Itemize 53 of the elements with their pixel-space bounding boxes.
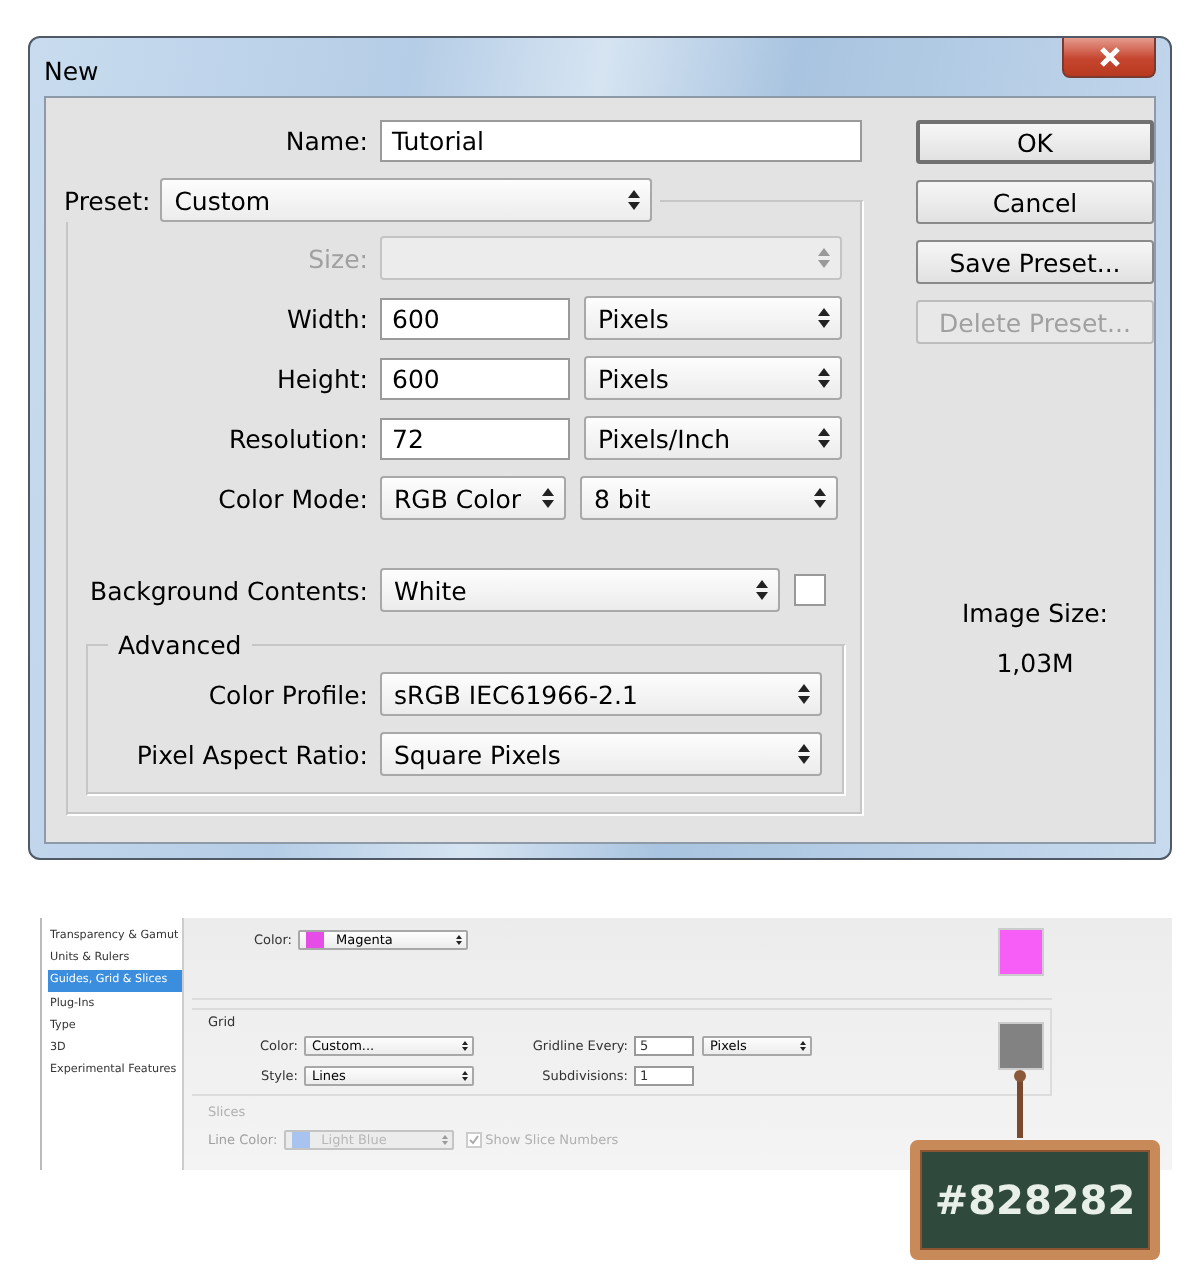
dropdown[interactable]: White: [380, 568, 780, 612]
updown-arrows-icon: [818, 428, 830, 448]
dropdown[interactable]: [380, 236, 842, 280]
updown-arrows-icon: [818, 248, 830, 268]
field-label: Background Contents:: [88, 575, 368, 605]
dialog-button[interactable]: Cancel: [916, 180, 1154, 224]
field-label: Pixel Aspect Ratio:: [134, 739, 368, 769]
field-label: Preset:: [64, 185, 151, 215]
updown-arrows-icon: [818, 308, 830, 328]
updown-arrows-icon: [462, 1040, 468, 1052]
dropdown[interactable]: 8 bit: [580, 476, 838, 520]
hanger-strap: [1012, 1070, 1028, 1138]
field-label: Name:: [283, 126, 368, 156]
dropdown[interactable]: Custom: [160, 178, 653, 222]
input-field[interactable]: 600: [380, 357, 570, 399]
input-field[interactable]: 72: [380, 417, 570, 459]
updown-arrows-icon: [462, 1070, 468, 1082]
dialog-button[interactable]: Save Preset...: [916, 240, 1154, 284]
field-label: Width:: [284, 303, 368, 333]
color-swatch[interactable]: [794, 574, 826, 606]
image-size-label: Image Size:: [962, 598, 1108, 628]
group-title: Advanced: [116, 630, 244, 660]
updown-arrows-icon: [814, 488, 826, 508]
updown-arrows-icon: [628, 190, 641, 210]
close-button[interactable]: [1062, 38, 1156, 78]
dialog-button[interactable]: OK: [916, 120, 1154, 164]
dropdown[interactable]: Pixels: [584, 356, 842, 400]
field-label: Resolution:: [226, 423, 368, 453]
updown-arrows-icon: [818, 368, 830, 388]
dropdown[interactable]: Square Pixels: [380, 732, 822, 776]
field-label: Height:: [274, 363, 368, 393]
image-size-value: 1,03M: [996, 648, 1074, 678]
dropdown[interactable]: RGB Color: [380, 476, 566, 520]
color-swatch[interactable]: [998, 928, 1044, 976]
updown-arrows-icon: [456, 934, 462, 946]
input-field[interactable]: 600: [380, 297, 570, 339]
dropdown[interactable]: Pixels: [584, 296, 842, 340]
dropdown[interactable]: Pixels/Inch: [584, 416, 842, 460]
window-title: New: [44, 55, 99, 85]
field-label: Color Mode:: [216, 483, 368, 513]
color-swatch[interactable]: [998, 1022, 1044, 1070]
updown-arrows-icon: [800, 1040, 806, 1052]
updown-arrows-icon: [798, 744, 810, 764]
dropdown[interactable]: sRGB IEC61966-2.1: [380, 672, 822, 716]
updown-arrows-icon: [441, 1134, 448, 1146]
field-label: Size:: [306, 243, 368, 273]
sign-text: #828282: [934, 1176, 1136, 1224]
field-label: Color Profile:: [206, 679, 368, 709]
close-icon: [1097, 46, 1121, 68]
input-field[interactable]: Tutorial: [380, 120, 862, 162]
updown-arrows-icon: [542, 488, 554, 508]
updown-arrows-icon: [756, 580, 768, 600]
updown-arrows-icon: [798, 684, 810, 704]
